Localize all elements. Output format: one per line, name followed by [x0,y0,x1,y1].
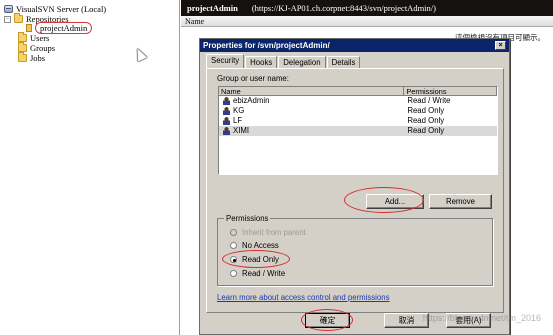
list-header: Name Permissions [219,87,497,96]
content-header: projectAdmin (https://KJ-AP01.ch.corpnet… [181,0,553,16]
user-permission: Read Only [407,116,445,125]
folder-icon [18,32,27,42]
column-header-name[interactable]: Name [181,16,553,27]
user-icon [223,97,230,105]
user-permissions-list[interactable]: Name Permissions ebizAdmin Read / Write … [218,86,498,175]
content-title: projectAdmin [187,3,238,13]
radio-no-access[interactable]: No Access [230,241,279,250]
collapse-icon[interactable]: − [4,15,11,23]
user-icon [223,117,230,125]
server-icon [4,5,13,13]
column-header-permissions[interactable]: Permissions [404,87,497,96]
tree-item-label: Groups [30,43,56,53]
list-item[interactable]: ebizAdmin Read / Write [219,96,497,106]
list-item[interactable]: LF Read Only [219,116,497,126]
radio-inherit-from-parent[interactable]: Inherit from parent [230,228,306,237]
folder-icon [18,52,27,62]
tree-item-label: Jobs [30,53,46,63]
list-item[interactable]: KG Read Only [219,106,497,116]
mouse-cursor-icon [132,46,148,62]
radio-label: Inherit from parent [242,228,306,237]
user-name: XIMI [233,126,250,135]
dialog-title-bar[interactable]: Properties for /svn/projectAdmin/ × [200,39,509,52]
tab-hooks[interactable]: Hooks [245,56,278,68]
list-item-selected[interactable]: XIMI Read Only [219,126,497,136]
user-name: ebizAdmin [233,96,270,105]
tree-item-label: Users [30,33,50,43]
user-permission: Read / Write [407,96,451,105]
radio-read-only[interactable]: Read Only [230,255,279,264]
radio-button-icon [230,229,237,236]
folder-icon [18,42,27,52]
add-button[interactable]: Add... [366,194,424,209]
tab-delegation[interactable]: Delegation [278,56,326,68]
dialog-title: Properties for /svn/projectAdmin/ [203,41,330,50]
radio-label: No Access [242,241,279,250]
tree-item-jobs[interactable]: Jobs [18,52,46,63]
user-name: KG [233,106,245,115]
tab-strip: Security Hooks Delegation Details [206,54,361,68]
repository-icon [26,24,32,32]
radio-label: Read Only [242,255,279,264]
user-name: LF [233,116,243,125]
permissions-legend: Permissions [224,214,271,223]
tab-details[interactable]: Details [326,56,361,68]
remove-button[interactable]: Remove [429,194,492,209]
radio-button-checked-icon [230,256,237,263]
radio-button-icon [230,270,237,277]
navigation-tree: VisualSVN Server (Local) − Repositories … [0,0,180,335]
group-user-label: Group or user name: [217,74,289,83]
close-icon[interactable]: × [495,41,506,50]
content-url: (https://KJ-AP01.ch.corpnet:8443/svn/pro… [251,3,436,13]
radio-label: Read / Write [242,269,286,278]
radio-button-icon [230,242,237,249]
user-permission: Read Only [407,126,445,135]
watermark-text: https://blog.csdn.net/tm_2016 [422,313,541,323]
tree-item-label: VisualSVN Server (Local) [16,4,107,14]
radio-read-write[interactable]: Read / Write [230,269,285,278]
ok-button[interactable]: 確定 [305,313,350,328]
tab-security[interactable]: Security [206,54,245,68]
user-permission: Read Only [407,106,445,115]
folder-icon [14,13,23,23]
user-icon [223,107,230,115]
column-header-name[interactable]: Name [219,87,405,96]
user-icon [223,127,230,135]
learn-more-link[interactable]: Learn more about access control and perm… [217,293,390,302]
